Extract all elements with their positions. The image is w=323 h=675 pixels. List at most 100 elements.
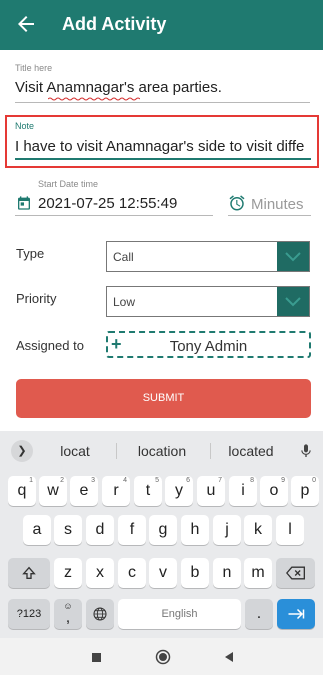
space-key[interactable]: English (118, 599, 241, 629)
minutes-input[interactable]: Minutes (251, 196, 311, 213)
spellcheck-squiggle (48, 97, 140, 101)
key-hint: 8 (250, 477, 254, 484)
symbols-key[interactable]: ?123 (8, 599, 50, 629)
key-d[interactable]: d (86, 515, 114, 545)
nav-recents-icon[interactable] (92, 653, 101, 662)
suggestion-divider (116, 443, 117, 459)
key-c[interactable]: c (118, 558, 146, 588)
assigned-label: Assigned to (16, 338, 84, 353)
key-n[interactable]: n (213, 558, 241, 588)
key-hint: 5 (155, 477, 159, 484)
key-hint: 9 (281, 477, 285, 484)
note-field[interactable]: I have to visit Anamnagar's side to visi… (15, 138, 311, 155)
key-x[interactable]: x (86, 558, 114, 588)
key-t[interactable]: t5 (134, 476, 162, 506)
key-hint: 2 (60, 477, 64, 484)
comma-label: , (65, 609, 71, 626)
key-label: u (206, 482, 216, 499)
key-label: o (269, 482, 279, 499)
key-k[interactable]: k (244, 515, 272, 545)
nav-home-icon[interactable] (155, 649, 171, 665)
key-s[interactable]: s (54, 515, 82, 545)
priority-label: Priority (16, 291, 57, 306)
key-o[interactable]: o9 (260, 476, 288, 506)
key-u[interactable]: u7 (197, 476, 225, 506)
key-b[interactable]: b (181, 558, 209, 588)
type-label: Type (16, 246, 45, 261)
suggestion-2[interactable]: location (122, 431, 202, 471)
key-label: y (175, 482, 183, 499)
key-l[interactable]: l (276, 515, 304, 545)
key-f[interactable]: f (118, 515, 146, 545)
chevron-down-icon (277, 287, 309, 316)
key-hint: 4 (123, 477, 127, 484)
globe-icon (93, 607, 107, 621)
key-w[interactable]: w2 (39, 476, 67, 506)
key-hint: 0 (312, 477, 316, 484)
key-label: r (113, 482, 119, 499)
key-label: p (300, 482, 310, 499)
shift-icon (22, 566, 36, 579)
chevron-right-icon[interactable]: ❯ (11, 440, 33, 462)
assign-user-button[interactable]: + Tony Admin (106, 331, 311, 358)
title-field-label: Title here (15, 63, 53, 73)
note-underline (15, 158, 311, 160)
page-title: Add Activity (62, 14, 167, 34)
app-bar: Add Activity (0, 0, 323, 50)
key-label: t (145, 482, 151, 499)
key-q[interactable]: q1 (8, 476, 36, 506)
suggestion-divider (210, 443, 211, 459)
key-r[interactable]: r4 (102, 476, 130, 506)
backspace-key[interactable] (276, 558, 315, 588)
mic-icon[interactable] (298, 442, 314, 460)
type-select[interactable]: Call (106, 241, 310, 272)
key-i[interactable]: i8 (229, 476, 257, 506)
key-label: q (17, 482, 27, 499)
key-v[interactable]: v (149, 558, 177, 588)
system-nav-bar (0, 638, 323, 675)
language-key[interactable] (86, 599, 114, 629)
key-a[interactable]: a (23, 515, 51, 545)
key-h[interactable]: h (181, 515, 209, 545)
calendar-icon (18, 196, 30, 210)
soft-keyboard: ❯ locat location located q1 w2 e3 r4 t5 … (0, 431, 323, 638)
suggestion-3[interactable]: located (216, 431, 286, 471)
note-field-label: Note (15, 121, 35, 131)
period-key[interactable]: . (245, 599, 273, 629)
key-y[interactable]: y6 (165, 476, 193, 506)
key-p[interactable]: p0 (291, 476, 319, 506)
priority-select-value: Low (113, 295, 136, 309)
key-z[interactable]: z (54, 558, 82, 588)
title-field[interactable]: Visit Anamnagar's area parties. (15, 79, 310, 96)
alarm-clock-icon (229, 195, 245, 211)
key-label: e (79, 482, 89, 499)
key-hint: 3 (91, 477, 95, 484)
key-g[interactable]: g (149, 515, 177, 545)
suggestion-1[interactable]: locat (40, 431, 110, 471)
key-hint: 7 (218, 477, 222, 484)
title-underline (15, 102, 310, 103)
enter-key[interactable] (277, 599, 315, 629)
start-date-underline (15, 215, 213, 216)
type-select-value: Call (113, 250, 134, 264)
minutes-underline (228, 215, 311, 216)
backspace-icon (285, 566, 305, 580)
key-e[interactable]: e3 (70, 476, 98, 506)
enter-arrow-icon (288, 608, 305, 620)
key-hint: 6 (186, 477, 190, 484)
assigned-user-name: Tony Admin (169, 338, 248, 355)
emoji-comma-key[interactable]: ☺ , (54, 599, 82, 629)
key-label: w (47, 482, 59, 499)
key-j[interactable]: j (213, 515, 241, 545)
nav-back-icon[interactable] (223, 651, 235, 663)
key-label: i (241, 482, 245, 499)
start-date-field[interactable]: 2021-07-25 12:55:49 (38, 195, 213, 212)
shift-key[interactable] (8, 558, 50, 588)
priority-select[interactable]: Low (106, 286, 310, 317)
submit-button[interactable]: SUBMIT (16, 379, 311, 418)
start-date-label: Start Date time (38, 179, 99, 189)
key-m[interactable]: m (244, 558, 272, 588)
back-arrow-icon[interactable] (14, 12, 38, 36)
key-hint: 1 (29, 477, 33, 484)
chevron-down-icon (277, 242, 309, 271)
